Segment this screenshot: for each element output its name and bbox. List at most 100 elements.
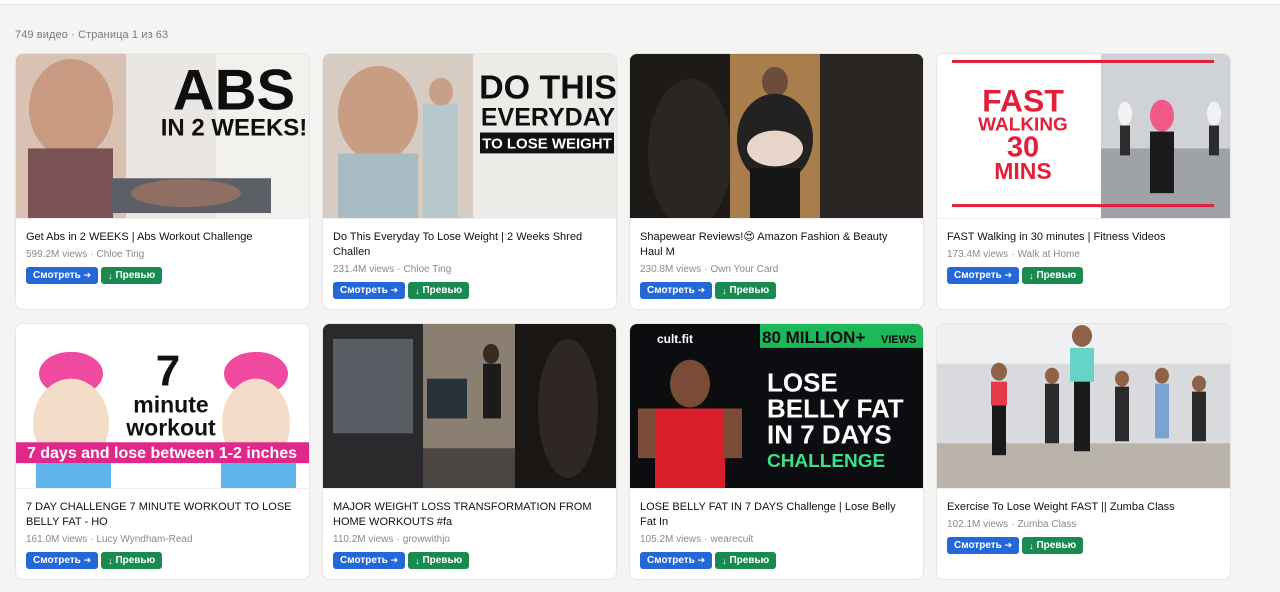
channel-name[interactable]: Lucy Wyndham-Read [96, 534, 192, 545]
watch-button[interactable]: Смотреть ➔ [640, 552, 713, 569]
video-card: cult.fit 80 MILLION+ VIEWS LOSE BELLY FA… [629, 323, 924, 580]
arrow-right-icon: ➔ [697, 555, 706, 565]
video-grid: ABS IN 2 WEEKS! Get Abs in 2 WEEKS | Abs… [15, 53, 1231, 580]
view-count: 161.0M views [26, 534, 88, 545]
thumb-text: DO THIS [479, 69, 616, 107]
watch-button[interactable]: Смотреть ➔ [947, 537, 1020, 554]
page-indicator: Страница 1 из 63 [78, 29, 169, 41]
thumb-text: LOSE [767, 370, 838, 398]
thumb-text: 80 MILLION+ [762, 328, 865, 347]
thumb-text: EVERYDAY [481, 104, 616, 132]
video-card: ABS IN 2 WEEKS! Get Abs in 2 WEEKS | Abs… [15, 53, 310, 310]
video-title[interactable]: Do This Everyday To Lose Weight | 2 Week… [333, 230, 606, 260]
watch-button[interactable]: Смотреть ➔ [333, 282, 406, 299]
arrow-down-icon: ↓ [108, 555, 113, 566]
top-bar [0, 0, 1280, 5]
watch-button[interactable]: Смотреть ➔ [333, 552, 406, 569]
view-count: 105.2M views [640, 534, 702, 545]
arrow-down-icon: ↓ [415, 555, 420, 566]
thumb-text: MINS [994, 158, 1051, 184]
video-card: 7 minute workout 7 days and lose between… [15, 323, 310, 580]
video-title[interactable]: LOSE BELLY FAT IN 7 DAYS Challenge | Los… [640, 500, 913, 530]
channel-name[interactable]: wearecult [710, 534, 753, 545]
video-meta: 173.4M views · Walk at Home [947, 249, 1080, 260]
channel-name[interactable]: Own Your Card [710, 264, 778, 275]
watch-button[interactable]: Смотреть ➔ [26, 552, 99, 569]
arrow-down-icon: ↓ [1029, 540, 1034, 551]
preview-button[interactable]: ↓ Превью [408, 552, 470, 569]
thumb-text: ABS [173, 59, 295, 123]
preview-button[interactable]: ↓ Превью [101, 552, 163, 569]
view-count: 599.2M views [26, 249, 88, 260]
video-card: DO THIS EVERYDAY TO LOSE WEIGHT Do This … [322, 53, 617, 310]
arrow-down-icon: ↓ [1029, 270, 1034, 281]
video-thumbnail[interactable]: cult.fit 80 MILLION+ VIEWS LOSE BELLY FA… [630, 324, 923, 489]
preview-button[interactable]: ↓ Превью [101, 267, 163, 284]
thumb-text: BELLY FAT [767, 395, 904, 423]
channel-name[interactable]: Chloe Ting [403, 264, 451, 275]
arrow-right-icon: ➔ [1004, 540, 1013, 550]
watch-button[interactable]: Смотреть ➔ [26, 267, 99, 284]
channel-name[interactable]: growwithjo [403, 534, 450, 545]
thumb-text: CHALLENGE [767, 451, 885, 472]
video-card: Shapewear Reviews!😍 Amazon Fashion & Bea… [629, 53, 924, 310]
channel-name[interactable]: Zumba Class [1017, 519, 1076, 530]
view-count: 102.1M views [947, 519, 1009, 530]
preview-button[interactable]: ↓ Превью [1022, 537, 1084, 554]
view-count: 231.4M views [333, 264, 395, 275]
arrow-down-icon: ↓ [415, 285, 420, 296]
video-meta: 105.2M views · wearecult [640, 534, 754, 545]
arrow-right-icon: ➔ [390, 285, 399, 295]
video-title[interactable]: Get Abs in 2 WEEKS | Abs Workout Challen… [26, 230, 299, 245]
video-thumbnail[interactable]: FAST WALKING 30 MINS [937, 54, 1230, 219]
video-card: FAST WALKING 30 MINS FAST Walking in 30 … [936, 53, 1231, 310]
video-title[interactable]: 7 DAY CHALLENGE 7 MINUTE WORKOUT TO LOSE… [26, 500, 299, 530]
thumb-text: TO LOSE WEIGHT [482, 135, 612, 152]
arrow-right-icon: ➔ [83, 555, 92, 565]
arrow-right-icon: ➔ [83, 270, 92, 280]
video-meta: 110.2M views · growwithjo [333, 534, 450, 545]
view-count: 110.2M views [333, 534, 394, 545]
preview-button[interactable]: ↓ Превью [715, 282, 777, 299]
video-meta: 599.2M views · Chloe Ting [26, 249, 145, 260]
watch-button[interactable]: Смотреть ➔ [947, 267, 1020, 284]
results-summary: 749 видео · Страница 1 из 63 [15, 29, 169, 41]
video-thumbnail[interactable]: DO THIS EVERYDAY TO LOSE WEIGHT [323, 54, 616, 219]
thumb-text: 7 [156, 347, 180, 396]
arrow-right-icon: ➔ [1004, 270, 1013, 280]
video-meta: 161.0M views · Lucy Wyndham-Read [26, 534, 193, 545]
video-meta: 102.1M views · Zumba Class [947, 519, 1077, 530]
channel-name[interactable]: Walk at Home [1017, 249, 1079, 260]
thumb-text: cult.fit [657, 332, 693, 346]
preview-button[interactable]: ↓ Превью [408, 282, 470, 299]
thumb-text: VIEWS [881, 334, 916, 346]
video-count: 749 видео [15, 29, 68, 41]
thumb-text: 7 days and lose between 1-2 inches [27, 445, 297, 462]
video-thumbnail[interactable] [630, 54, 923, 219]
video-thumbnail[interactable]: ABS IN 2 WEEKS! [16, 54, 309, 219]
thumb-text: FAST [982, 83, 1064, 119]
thumb-text: IN 2 WEEKS! [161, 115, 308, 142]
video-meta: 231.4M views · Chloe Ting [333, 264, 452, 275]
video-card: MAJOR WEIGHT LOSS TRANSFORMATION FROM HO… [322, 323, 617, 580]
thumb-text: IN 7 DAYS [767, 421, 892, 449]
video-title[interactable]: FAST Walking in 30 minutes | Fitness Vid… [947, 230, 1220, 245]
watch-button[interactable]: Смотреть ➔ [640, 282, 713, 299]
video-title[interactable]: Shapewear Reviews!😍 Amazon Fashion & Bea… [640, 230, 913, 260]
preview-button[interactable]: ↓ Превью [715, 552, 777, 569]
video-thumbnail[interactable]: 7 minute workout 7 days and lose between… [16, 324, 309, 489]
video-title[interactable]: MAJOR WEIGHT LOSS TRANSFORMATION FROM HO… [333, 500, 606, 530]
arrow-right-icon: ➔ [390, 555, 399, 565]
arrow-down-icon: ↓ [722, 555, 727, 566]
view-count: 230.8M views [640, 264, 702, 275]
arrow-down-icon: ↓ [108, 270, 113, 281]
preview-button[interactable]: ↓ Превью [1022, 267, 1084, 284]
video-thumbnail[interactable] [323, 324, 616, 489]
channel-name[interactable]: Chloe Ting [96, 249, 144, 260]
video-meta: 230.8M views · Own Your Card [640, 264, 779, 275]
thumb-text: workout [125, 414, 216, 440]
video-thumbnail[interactable] [937, 324, 1230, 489]
video-card: Exercise To Lose Weight FAST || Zumba Cl… [936, 323, 1231, 580]
video-title[interactable]: Exercise To Lose Weight FAST || Zumba Cl… [947, 500, 1220, 515]
arrow-down-icon: ↓ [722, 285, 727, 296]
